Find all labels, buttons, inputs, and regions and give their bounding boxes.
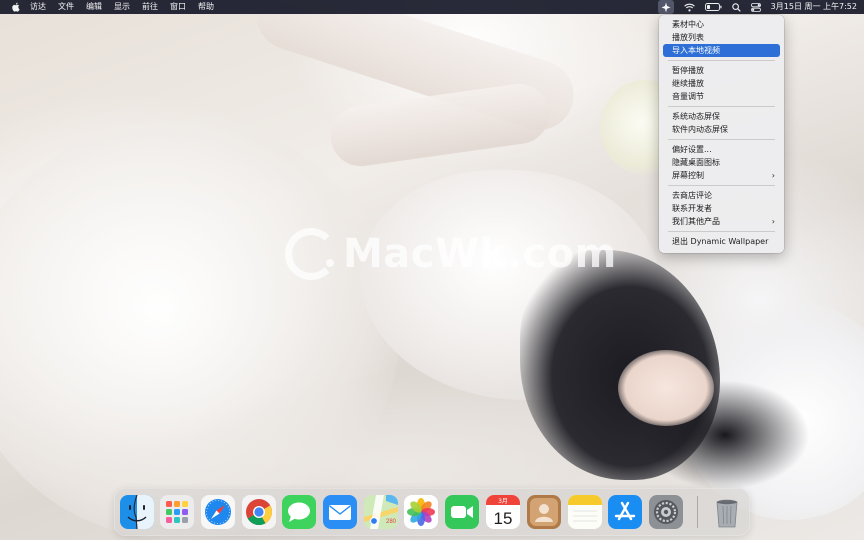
wallpaper-face xyxy=(618,350,714,426)
menu-item-screen-control[interactable]: 屏幕控制 › xyxy=(663,169,780,182)
menu-edit[interactable]: 编辑 xyxy=(86,0,102,14)
menu-bar-left: 访达 文件 编辑 显示 前往 窗口 帮助 xyxy=(0,0,226,14)
system-preferences-icon[interactable] xyxy=(649,495,683,529)
trash-icon[interactable] xyxy=(710,495,744,529)
menu-bar: 访达 文件 编辑 显示 前往 窗口 帮助 3月15日 周一 上午7:52 xyxy=(0,0,864,14)
notes-icon[interactable] xyxy=(568,495,602,529)
menu-item-label: 系统动态屏保 xyxy=(672,112,720,121)
safari-icon[interactable] xyxy=(201,495,235,529)
menu-item-label: 导入本地视频 xyxy=(672,46,720,55)
menu-item-contact-developer[interactable]: 联系开发者 xyxy=(663,202,780,215)
spotlight-search-icon[interactable] xyxy=(731,0,741,14)
menu-view[interactable]: 显示 xyxy=(114,0,130,14)
menu-item-label: 软件内动态屏保 xyxy=(672,125,728,134)
menu-item-label: 退出 Dynamic Wallpaper xyxy=(672,237,769,246)
watermark-text: MacWk.com xyxy=(343,231,617,277)
menu-item-label: 播放列表 xyxy=(672,33,704,42)
chevron-right-icon: › xyxy=(771,171,775,180)
menu-separator xyxy=(668,185,775,186)
dock: 280 3月 15 xyxy=(114,488,750,536)
launchpad-icon[interactable] xyxy=(160,495,194,529)
app-store-icon[interactable] xyxy=(608,495,642,529)
dynamic-wallpaper-menu: 素材中心 播放列表 导入本地视频 暂停播放 继续播放 音量调节 系统动态屏保 软… xyxy=(659,15,784,253)
menu-item-pause-playback[interactable]: 暂停播放 xyxy=(663,64,780,77)
menu-item-quit[interactable]: 退出 Dynamic Wallpaper xyxy=(663,235,780,248)
menu-item-system-screensaver[interactable]: 系统动态屏保 xyxy=(663,110,780,123)
svg-text:280: 280 xyxy=(386,519,397,525)
menu-item-label: 联系开发者 xyxy=(672,204,712,213)
menu-item-app-screensaver[interactable]: 软件内动态屏保 xyxy=(663,123,780,136)
dynamic-wallpaper-status-icon[interactable] xyxy=(657,0,674,14)
menu-separator xyxy=(668,139,775,140)
menu-item-label: 隐藏桌面图标 xyxy=(672,158,720,167)
menu-item-import-local-video[interactable]: 导入本地视频 xyxy=(663,44,780,57)
watermark-logo-icon xyxy=(285,228,337,280)
menu-separator xyxy=(668,106,775,107)
control-center-icon[interactable] xyxy=(750,0,761,14)
menu-item-label: 去商店评论 xyxy=(672,191,712,200)
finder-icon[interactable] xyxy=(120,495,154,529)
menu-item-other-products[interactable]: 我们其他产品 › xyxy=(663,215,780,228)
wifi-icon[interactable] xyxy=(683,0,695,14)
menu-finder[interactable]: 访达 xyxy=(30,0,46,14)
menu-item-preferences[interactable]: 偏好设置... xyxy=(663,143,780,156)
menu-go[interactable]: 前往 xyxy=(142,0,158,14)
menu-item-store-review[interactable]: 去商店评论 xyxy=(663,189,780,202)
menu-bar-clock[interactable]: 3月15日 周一 上午7:52 xyxy=(771,0,857,14)
calendar-icon[interactable]: 3月 15 xyxy=(486,495,520,529)
menu-help[interactable]: 帮助 xyxy=(198,0,214,14)
chrome-icon[interactable] xyxy=(242,495,276,529)
messages-icon[interactable] xyxy=(282,495,316,529)
menu-item-label: 屏幕控制 xyxy=(672,171,704,180)
menu-separator xyxy=(668,60,775,61)
menu-bar-right: 3月15日 周一 上午7:52 xyxy=(657,0,864,14)
menu-item-volume[interactable]: 音量调节 xyxy=(663,90,780,103)
menu-window[interactable]: 窗口 xyxy=(170,0,186,14)
menu-item-label: 暂停播放 xyxy=(672,66,704,75)
watermark: MacWk.com xyxy=(285,228,617,280)
menu-item-label: 继续播放 xyxy=(672,79,704,88)
menu-item-playlist[interactable]: 播放列表 xyxy=(663,31,780,44)
photos-icon[interactable] xyxy=(404,495,438,529)
contacts-icon[interactable] xyxy=(527,495,561,529)
battery-icon[interactable] xyxy=(704,0,722,14)
menu-item-hide-desktop-icons[interactable]: 隐藏桌面图标 xyxy=(663,156,780,169)
menu-file[interactable]: 文件 xyxy=(58,0,74,14)
calendar-day: 15 xyxy=(494,509,513,528)
apple-icon[interactable] xyxy=(11,2,20,12)
mail-icon[interactable] xyxy=(323,495,357,529)
maps-icon[interactable]: 280 xyxy=(364,495,398,529)
calendar-month: 3月 xyxy=(498,498,508,505)
facetime-icon[interactable] xyxy=(445,495,479,529)
menu-separator xyxy=(668,231,775,232)
chevron-right-icon: › xyxy=(771,217,775,226)
menu-item-material-center[interactable]: 素材中心 xyxy=(663,18,780,31)
menu-item-label: 素材中心 xyxy=(672,20,704,29)
dock-separator xyxy=(697,496,698,528)
menu-item-resume-playback[interactable]: 继续播放 xyxy=(663,77,780,90)
menu-item-label: 偏好设置... xyxy=(672,145,712,154)
menu-item-label: 音量调节 xyxy=(672,92,704,101)
menu-item-label: 我们其他产品 xyxy=(672,217,720,226)
